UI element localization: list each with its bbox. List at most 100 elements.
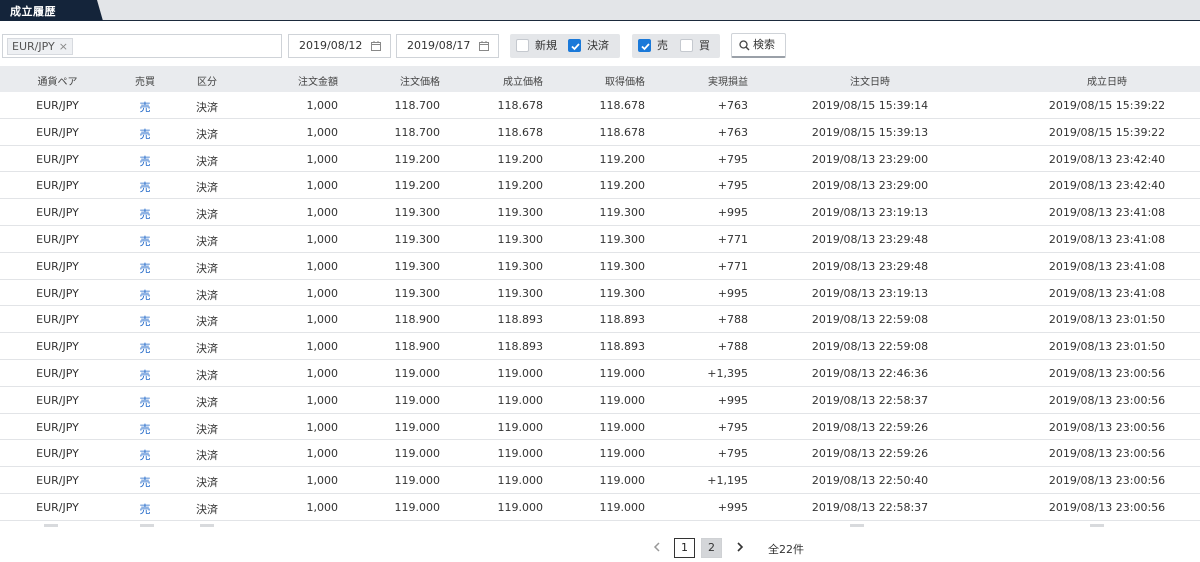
date-from-input[interactable]: 2019/08/12 — [288, 34, 391, 58]
cell-order-amount: 1,000 — [306, 366, 339, 380]
cell-pair: EUR/JPY — [36, 366, 79, 380]
table-row[interactable]: EUR/JPY 売 決済 1,000 119.200 119.200 119.200 +795… — [0, 172, 1200, 200]
checkbox-new-label[interactable]: 新規 — [535, 39, 557, 52]
cell-exec-price: 119.000 — [497, 420, 544, 434]
cell-acq-price: 118.893 — [599, 340, 646, 354]
cell-order-amount: 1,000 — [306, 259, 339, 273]
chevron-right-icon[interactable] — [734, 538, 746, 556]
cell-exec-time: 2019/08/13 23:41:08 — [1048, 206, 1166, 220]
cell-exec-price: 119.000 — [497, 366, 544, 380]
cell-exec-price: 119.000 — [497, 447, 544, 461]
cell-side: 売 — [139, 101, 151, 114]
header-col-type[interactable]: 区分 — [192, 73, 222, 88]
cell-order-amount: 1,000 — [306, 420, 339, 434]
checkbox-sell-label[interactable]: 売 — [657, 39, 668, 52]
cell-side: 売 — [139, 181, 151, 195]
cell-pair: EUR/JPY — [36, 179, 79, 193]
cell-order-amount: 1,000 — [306, 125, 339, 139]
cell-type: 決済 — [196, 154, 218, 168]
cell-order-price: 119.000 — [394, 447, 441, 461]
cell-order-time: 2019/08/13 23:29:00 — [811, 152, 929, 166]
table-row[interactable]: EUR/JPY 売 決済 1,000 118.900 118.893 118.893 +788… — [0, 306, 1200, 334]
cell-exec-time: 2019/08/13 23:00:56 — [1048, 420, 1166, 434]
date-to-input[interactable]: 2019/08/17 — [396, 34, 499, 58]
header-col-side[interactable]: 売買 — [132, 73, 158, 88]
table-row[interactable]: EUR/JPY 売 決済 1,000 119.300 119.300 119.300 +771… — [0, 226, 1200, 253]
cell-order-time: 2019/08/13 22:59:08 — [811, 313, 929, 327]
pair-chip: EUR/JPY × — [7, 38, 73, 55]
header-col-exec-price[interactable]: 成立価格 — [463, 73, 543, 88]
search-button[interactable]: 検索 — [731, 33, 786, 58]
table-row[interactable]: EUR/JPY 売 決済 1,000 119.000 119.000 119.000 +1,3… — [0, 360, 1200, 387]
cell-acq-price: 119.000 — [599, 474, 646, 488]
header-col-pair[interactable]: 通貨ペア — [30, 73, 85, 88]
cell-exec-price: 118.678 — [497, 125, 544, 139]
cell-exec-time: 2019/08/15 15:39:22 — [1048, 125, 1166, 139]
cell-acq-price: 119.300 — [599, 259, 646, 273]
header-col-acq-price[interactable]: 取得価格 — [565, 73, 645, 88]
cell-realized-pl: +1,195 — [707, 474, 748, 488]
cell-side: 売 — [139, 449, 151, 463]
cell-side: 売 — [139, 368, 151, 382]
chevron-left-icon[interactable] — [651, 538, 663, 556]
checkbox-sell[interactable] — [638, 39, 651, 52]
cell-acq-price: 118.678 — [599, 125, 646, 139]
cell-realized-pl: +795 — [717, 152, 748, 166]
table-row[interactable]: EUR/JPY 売 決済 1,000 119.000 119.000 119.000 +1,1… — [0, 467, 1200, 494]
cell-type: 決済 — [196, 395, 218, 409]
calendar-icon[interactable] — [371, 41, 381, 51]
table-row[interactable]: EUR/JPY 売 決済 1,000 118.700 118.678 118.678 +763… — [0, 119, 1200, 146]
cell-order-time: 2019/08/13 22:46:36 — [811, 366, 929, 380]
checkbox-new[interactable] — [516, 39, 529, 52]
cell-realized-pl: +795 — [717, 179, 748, 193]
header-col-order-amount[interactable]: 注文金額 — [258, 73, 338, 88]
cell-exec-price: 118.893 — [497, 340, 544, 354]
cell-order-time: 2019/08/15 15:39:14 — [811, 99, 929, 112]
cell-order-price: 119.200 — [394, 179, 441, 193]
cell-realized-pl: +995 — [717, 206, 748, 220]
cell-side: 売 — [139, 476, 151, 490]
filter-bar: EUR/JPY × 2019/08/12 2019/08/17 新規 決済 売 … — [0, 33, 1200, 59]
cell-side: 売 — [139, 208, 151, 222]
table-row[interactable]: EUR/JPY 売 決済 1,000 118.900 118.893 118.893 +788… — [0, 333, 1200, 360]
table-row[interactable]: EUR/JPY 売 決済 1,000 118.700 118.678 118.678 +763… — [0, 92, 1200, 119]
cut-cell — [200, 524, 214, 527]
table-row[interactable]: EUR/JPY 売 決済 1,000 119.000 119.000 119.000 +795… — [0, 440, 1200, 468]
cell-order-time: 2019/08/13 22:50:40 — [811, 474, 929, 488]
header-col-realized-pl[interactable]: 実現損益 — [668, 73, 748, 88]
header-col-order-price[interactable]: 注文価格 — [360, 73, 440, 88]
cell-exec-time: 2019/08/13 23:01:50 — [1048, 313, 1166, 327]
cell-side: 売 — [139, 342, 151, 356]
table-row[interactable]: EUR/JPY 売 決済 1,000 119.000 119.000 119.000 +995… — [0, 387, 1200, 414]
chip-remove-icon[interactable]: × — [59, 40, 68, 53]
calendar-icon[interactable] — [479, 41, 489, 51]
table-row[interactable]: EUR/JPY 売 決済 1,000 119.300 119.300 119.300 +995… — [0, 280, 1200, 307]
cell-realized-pl: +788 — [717, 313, 748, 327]
cell-pair: EUR/JPY — [36, 232, 79, 246]
cell-pair: EUR/JPY — [36, 286, 79, 300]
checkbox-buy-label[interactable]: 買 — [699, 39, 710, 52]
table-row[interactable]: EUR/JPY 売 決済 1,000 119.300 119.300 119.300 +995… — [0, 199, 1200, 226]
tab-execution-history[interactable]: 成立履歴 — [0, 0, 108, 21]
page-button-1[interactable]: 1 — [674, 538, 695, 558]
table-row[interactable]: EUR/JPY 売 決済 1,000 119.000 119.000 119.000 +995… — [0, 494, 1200, 521]
checkbox-settlement-label[interactable]: 決済 — [587, 39, 609, 52]
header-col-order-time[interactable]: 注文日時 — [805, 73, 935, 88]
cell-order-amount: 1,000 — [306, 206, 339, 220]
table-row[interactable]: EUR/JPY 売 決済 1,000 119.000 119.000 119.000 +795… — [0, 414, 1200, 441]
cell-exec-time: 2019/08/15 15:39:22 — [1048, 99, 1166, 112]
page-button-2[interactable]: 2 — [701, 538, 722, 558]
header-col-exec-time[interactable]: 成立日時 — [1042, 73, 1172, 88]
checkbox-settlement[interactable] — [568, 39, 581, 52]
cell-exec-time: 2019/08/13 23:00:56 — [1048, 474, 1166, 488]
cell-side: 売 — [139, 395, 151, 409]
table-row[interactable]: EUR/JPY 売 決済 1,000 119.200 119.200 119.200 +795… — [0, 146, 1200, 173]
cell-order-price: 118.700 — [394, 99, 441, 112]
cut-cell — [44, 524, 58, 527]
cell-exec-price: 119.000 — [497, 500, 544, 514]
cell-order-price: 119.000 — [394, 420, 441, 434]
cell-order-amount: 1,000 — [306, 474, 339, 488]
currency-pair-select[interactable]: EUR/JPY × — [2, 34, 282, 58]
table-row[interactable]: EUR/JPY 売 決済 1,000 119.300 119.300 119.300 +771… — [0, 253, 1200, 280]
checkbox-buy[interactable] — [680, 39, 693, 52]
